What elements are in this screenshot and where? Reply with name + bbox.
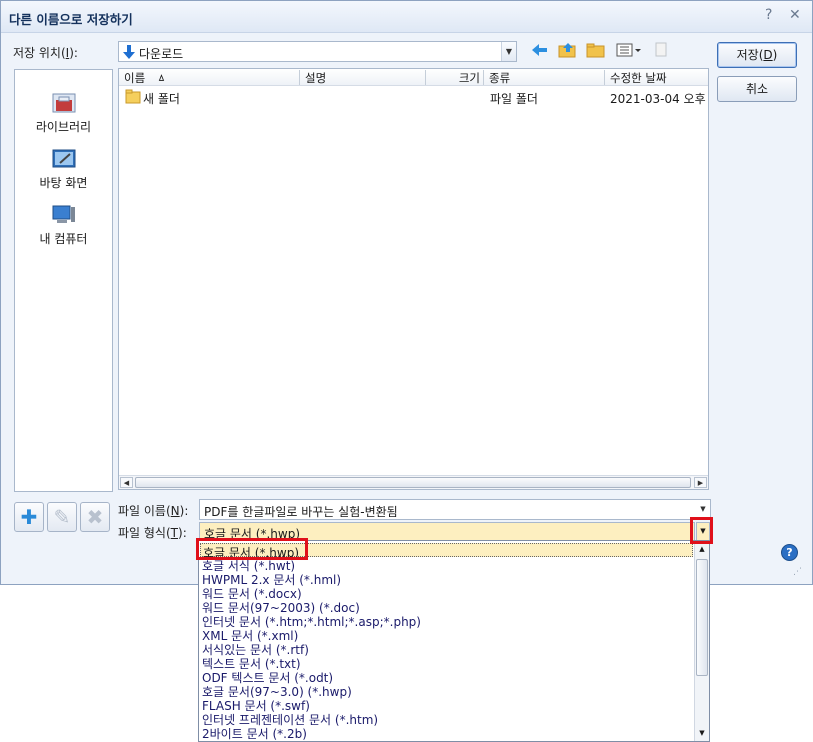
dialog-title: 다른 이름으로 저장하기 [9,12,133,27]
help-button[interactable]: ? [765,7,772,23]
properties-button[interactable] [651,42,671,60]
folder-icon [125,89,141,104]
back-button[interactable] [530,42,550,60]
column-type[interactable]: 종류 [484,70,605,85]
places-bar: 라이브러리 바탕 화면 내 컴퓨터 [14,69,113,492]
delete-place-button[interactable]: ✖ [80,502,110,532]
scroll-down-icon[interactable]: ▼ [696,726,708,740]
save-button[interactable]: 저장(D) [717,42,797,68]
download-arrow-icon [123,45,135,59]
new-folder-icon [586,43,605,58]
horizontal-scrollbar[interactable]: ◀ ▶ [119,475,708,489]
library-icon [52,93,75,113]
place-label: 내 컴퓨터 [39,232,88,246]
up-folder-icon [558,43,576,58]
place-library[interactable]: 라이브러리 [15,92,112,135]
dropdown-option[interactable]: 2바이트 문서 (*.2b) [202,725,307,741]
dropdown-option[interactable]: HWPML 2.x 문서 (*.hml) [202,571,341,587]
column-name[interactable]: 이름 ㅿ [119,70,300,85]
highlight-box-option [196,538,308,560]
scroll-left-icon[interactable]: ◀ [120,477,133,488]
view-menu-button[interactable] [615,42,643,60]
scroll-thumb[interactable] [696,559,708,676]
dropdown-option[interactable]: 서식있는 문서 (*.rtf) [202,641,309,657]
vertical-scrollbar[interactable]: ▲ ▼ [694,541,709,741]
file-name: 새 폴더 [143,92,180,106]
document-icon [655,42,667,57]
location-combo[interactable]: 다운로드 ▼ [118,41,517,62]
desktop-icon [52,149,75,168]
dropdown-option[interactable]: ODF 텍스트 문서 (*.odt) [202,669,333,685]
help-icon[interactable]: ? [781,544,798,561]
chevron-down-icon[interactable]: ▼ [501,42,516,61]
place-label: 라이브러리 [35,120,92,134]
file-list: 이름 ㅿ 설명 크기 종류 수정한 날짜 새 폴더 파일 폴더 2021-03-… [118,68,710,490]
location-label: 저장 위치(I): [13,46,78,60]
sort-ascending-icon: ㅿ [156,71,167,85]
place-desktop[interactable]: 바탕 화면 [15,148,112,191]
edit-place-button[interactable]: ✎ [47,502,77,532]
dropdown-option[interactable]: 호글 문서(97~3.0) (*.hwp) [202,683,352,699]
resize-grip-icon[interactable]: ⋰ [793,567,802,577]
up-folder-button[interactable] [558,42,578,60]
filetype-dropdown-list: 호글 문서 (*.hwp) 호글 서식 (*.hwt) HWPML 2.x 문서… [198,540,710,742]
close-button[interactable]: ✕ [789,7,801,23]
save-as-dialog: 다른 이름으로 저장하기 ? ✕ 저장 위치(I): 다운로드 ▼ 저장(D) … [0,0,813,585]
pencil-icon: ✎ [53,505,71,529]
computer-icon [52,205,75,223]
filename-value: PDF를 한글파일로 바꾸는 실험-변환됨 [204,505,398,519]
dropdown-option[interactable]: 인터넷 문서 (*.htm;*.html;*.asp;*.php) [202,613,421,629]
new-folder-button[interactable] [586,42,606,60]
column-description[interactable]: 설명 [300,70,426,85]
dropdown-option[interactable]: XML 문서 (*.xml) [202,627,298,643]
dropdown-option[interactable]: 텍스트 문서 (*.txt) [202,655,301,671]
back-arrow-icon [532,44,547,56]
file-type: 파일 폴더 [490,92,538,106]
title-bar: 다른 이름으로 저장하기 ? ✕ [1,1,812,33]
place-computer[interactable]: 내 컴퓨터 [15,204,112,247]
plus-icon: ✚ [20,505,38,529]
scroll-thumb[interactable] [135,477,691,488]
filename-input[interactable]: PDF를 한글파일로 바꾸는 실험-변환됨 ▼ [199,499,711,520]
place-label: 바탕 화면 [39,176,88,190]
column-modified[interactable]: 수정한 날짜 [605,70,710,85]
column-size[interactable]: 크기 [426,70,484,85]
highlight-box-dropdown-arrow [690,517,713,544]
add-place-button[interactable]: ✚ [14,502,44,532]
file-row[interactable]: 새 폴더 파일 폴더 2021-03-04 오후 2 [119,89,710,107]
dropdown-option[interactable]: 인터넷 프레젠테이션 문서 (*.htm) [202,711,378,727]
file-modified: 2021-03-04 오후 2 [610,92,710,106]
scroll-right-icon[interactable]: ▶ [694,477,707,488]
delete-x-icon: ✖ [86,505,104,529]
location-value: 다운로드 [139,47,184,61]
dropdown-option[interactable]: 워드 문서(97~2003) (*.doc) [202,599,360,615]
dropdown-option[interactable]: 워드 문서 (*.docx) [202,585,302,601]
view-list-icon [616,43,641,57]
cancel-button[interactable]: 취소 [717,76,797,102]
file-list-header: 이름 ㅿ 설명 크기 종류 수정한 날짜 [119,69,708,86]
scroll-up-icon[interactable]: ▲ [696,542,708,556]
dropdown-option[interactable]: FLASH 문서 (*.swf) [202,697,310,713]
filetype-label: 파일 형식(T): [118,526,187,540]
filename-label: 파일 이름(N): [118,504,189,518]
